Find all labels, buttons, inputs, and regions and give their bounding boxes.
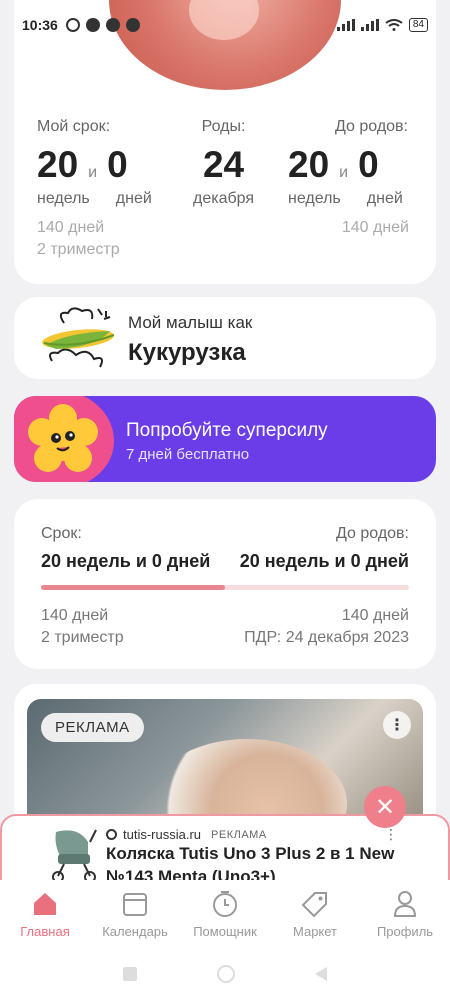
trimester-sub: 2 триместр [37,241,120,258]
remaining-label: До родов: [336,525,409,542]
term-label: Срок: [41,525,82,542]
tab-profile-label: Профиль [376,924,434,939]
until-birth-weeks-unit: недель [288,190,341,207]
until-birth-weeks: 20 [288,144,330,185]
my-term-days: 0 [107,144,128,185]
tab-market[interactable]: Маркет [270,880,360,948]
my-term-label: Мой срок: [37,118,111,135]
remaining-value: 20 недель и 0 дней [239,551,409,571]
term-progress-card[interactable]: Срок: До родов: 20 недель и 0 дней 20 не… [14,499,436,669]
ad-banner-more-icon[interactable]: ⋮ [384,826,398,843]
left-days-sub: 140 дней [37,219,105,236]
tab-profile[interactable]: Профиль [360,880,450,948]
right-days-sub: 140 дней [341,219,409,236]
clock-icon [213,891,237,917]
alarm-icon [65,18,80,32]
progress-trimester: 2 триместр [41,629,124,646]
until-birth-column: До родов: 20 и 0 недель дней [288,118,408,208]
tag-icon [301,892,327,918]
battery-icon: 84 [408,18,428,32]
signal-icon [336,19,355,31]
corn-icon [42,307,115,368]
tab-home-label: Главная [20,924,70,939]
ad-badge: РЕКЛАМА [41,713,144,742]
bottom-tab-bar: Главная Календарь Помощник Маркет Профил… [0,880,450,948]
stroller-image [52,829,97,883]
my-term-column: Мой срок: 20 и 0 недель дней [37,118,152,208]
app-icon [85,18,100,32]
back-button[interactable] [315,967,327,981]
promo-subtitle: 7 дней бесплатно [126,446,250,463]
tiktok-icon [105,18,120,32]
promo-title: Попробуйте суперсилу [126,420,328,441]
baby-size-name: Кукурузка [128,339,246,366]
ad-domain[interactable]: tutis-russia.ru [123,827,201,842]
bird-icon [125,18,140,32]
my-term-and: и [88,164,98,181]
recents-button[interactable] [123,967,137,981]
ad-banner-label: РЕКЛАМА [211,828,267,841]
tab-home[interactable]: Главная [0,880,90,948]
superpower-promo-banner[interactable]: Попробуйте суперсилу 7 дней бесплатно [14,396,436,482]
progress-days-right: 140 дней [341,607,409,624]
until-birth-label: До родов: [335,118,408,135]
tab-calendar-label: Календарь [102,924,168,939]
my-term-weeks: 20 [37,144,79,185]
yandex-ads-icon [106,829,117,840]
tab-calendar[interactable]: Календарь [90,880,180,948]
birth-month: декабря [193,190,255,207]
until-birth-days: 0 [358,144,379,185]
ad-more-icon[interactable]: ⋮ [383,711,411,739]
status-time: 10:36 [22,17,58,33]
flower-mascot-icon [28,404,98,472]
term-value: 20 недель и 0 дней [41,551,211,571]
tab-assistant-label: Помощник [193,924,257,939]
until-birth-days-unit: дней [366,190,403,207]
wifi-icon [385,19,403,31]
baby-size-card[interactable]: Мой малыш как Кукурузка [14,297,436,379]
calendar-icon [123,893,147,916]
progress-bar-track [41,585,409,590]
birth-label: Роды: [201,118,246,135]
until-birth-and: и [339,164,349,181]
profile-icon [393,891,417,917]
my-term-days-unit: дней [115,190,152,207]
home-button[interactable] [217,965,235,983]
system-nav-bar [0,948,450,1000]
progress-bar-fill [41,585,225,590]
close-ad-button[interactable]: ✕ [364,786,406,828]
tab-market-label: Маркет [292,924,338,939]
birth-day: 24 [202,144,245,185]
birth-column: Роды: 24 декабря [193,118,254,208]
signal-icon-2 [360,19,379,31]
progress-days-left: 140 дней [41,607,109,624]
home-icon [34,893,56,915]
due-date: ПДР: 24 декабря 2023 [244,629,409,646]
my-term-weeks-unit: недель [37,190,90,207]
tab-assistant[interactable]: Помощник [180,880,270,948]
baby-size-prefix: Мой малыш как [128,313,253,332]
status-bar: 10:36 84 [0,0,450,50]
